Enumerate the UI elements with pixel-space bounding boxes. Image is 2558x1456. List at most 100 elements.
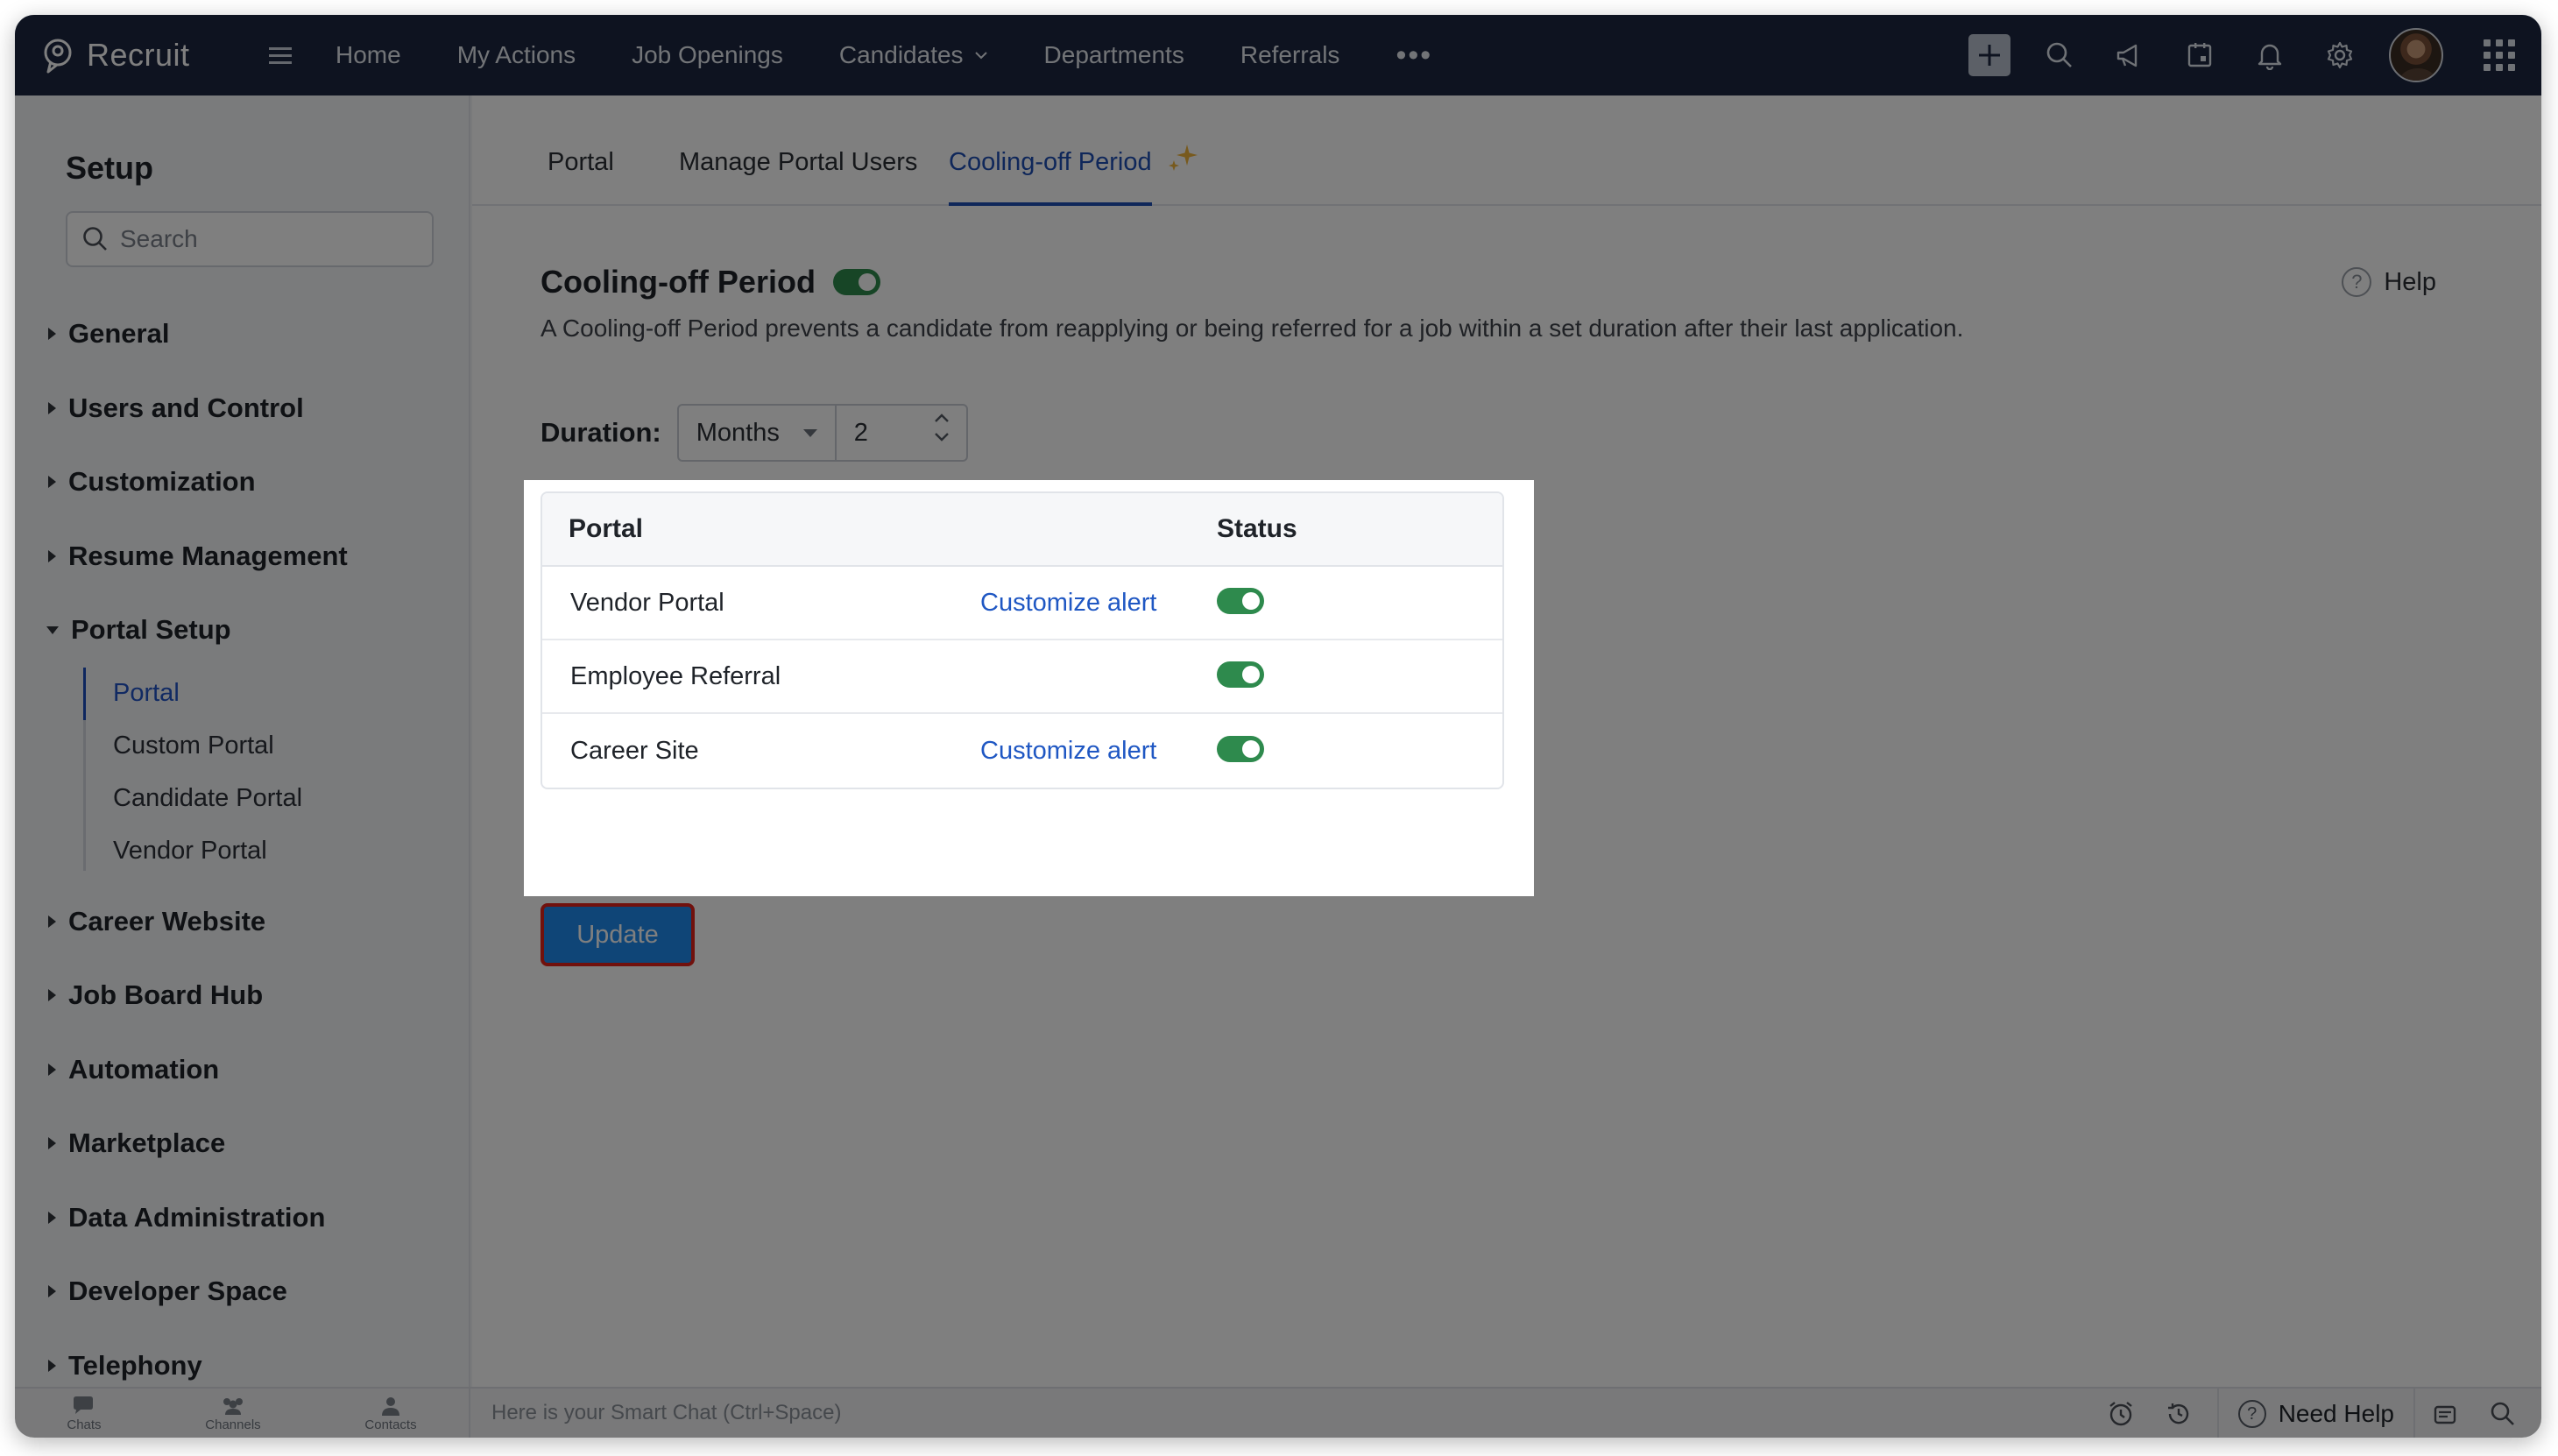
caret-right-icon (48, 401, 56, 414)
portal-tabs: Portal Manage Portal Users Cooling-off P… (472, 95, 2541, 206)
portal-name: Employee Referral (570, 661, 781, 690)
nav-candidates-label: Candidates (838, 41, 964, 68)
bell-icon[interactable] (2249, 34, 2291, 76)
sidebar-item-label: Marketplace (68, 1127, 226, 1159)
nav-referrals[interactable]: Referrals (1240, 41, 1340, 69)
section-title: Cooling-off Period (541, 264, 816, 300)
sidebar-item-customization[interactable]: Customization (15, 445, 469, 519)
channels-tool[interactable]: Channels (205, 1396, 261, 1432)
person-icon (382, 1397, 399, 1416)
duration-value-stepper[interactable]: 2 (837, 406, 966, 460)
contacts-tool[interactable]: Contacts (364, 1396, 417, 1432)
sparkle-icon (1169, 145, 1198, 171)
sidebar-item-users-and-control[interactable]: Users and Control (15, 371, 469, 446)
customize-alert-link[interactable]: Customize alert (980, 737, 1217, 766)
chat-bubble-icon (73, 1396, 93, 1414)
sidebar-item-general[interactable]: General (15, 297, 469, 371)
career-site-status-toggle[interactable] (1217, 735, 1264, 762)
vendor-portal-status-toggle[interactable] (1217, 587, 1264, 614)
table-row: Employee Referral (542, 640, 1502, 714)
table-row: Career Site Customize alert (542, 714, 1502, 788)
sidebar-item-label: Automation (68, 1053, 220, 1085)
chevron-up-icon[interactable] (933, 413, 950, 423)
sidebar-item-resume-management[interactable]: Resume Management (15, 519, 469, 594)
portal-name: Career Site (570, 736, 699, 765)
update-button[interactable]: Update (541, 903, 695, 966)
app-window: Recruit Home My Actions Job Openings Can… (15, 15, 2541, 1438)
megaphone-icon[interactable] (2109, 34, 2151, 76)
cooling-off-toggle[interactable] (832, 269, 880, 295)
nav-home[interactable]: Home (336, 41, 401, 69)
nav-departments[interactable]: Departments (1044, 41, 1184, 69)
sidebar-menu: General Users and Control Customization … (15, 297, 469, 1403)
brand-logo[interactable]: Recruit (38, 35, 248, 75)
tab-manage-portal-users[interactable]: Manage Portal Users (679, 148, 917, 206)
plus-icon[interactable] (1968, 34, 2010, 76)
sidebar-item-career-website[interactable]: Career Website (15, 885, 469, 959)
column-header-status: Status (1217, 514, 1297, 543)
sidebar-item-developer-space[interactable]: Developer Space (15, 1255, 469, 1329)
avatar[interactable] (2389, 28, 2443, 82)
hamburger-menu-icon[interactable] (260, 35, 300, 75)
announcement-icon[interactable] (2426, 1395, 2464, 1433)
duration-unit-select[interactable]: Months (679, 406, 837, 460)
nav-my-actions[interactable]: My Actions (457, 41, 576, 69)
caret-right-icon (48, 1359, 56, 1372)
search-icon[interactable] (2484, 1395, 2522, 1433)
sidebar-item-marketplace[interactable]: Marketplace (15, 1106, 469, 1181)
table-row: Vendor Portal Customize alert (542, 567, 1502, 640)
sidebar-item-label: General (68, 318, 170, 350)
sidebar-search-input[interactable] (120, 222, 409, 257)
sidebar-item-automation[interactable]: Automation (15, 1033, 469, 1107)
more-menu-icon[interactable]: ••• (1396, 39, 1432, 73)
need-help-label: Need Help (2278, 1400, 2394, 1427)
help-link[interactable]: ? Help (2342, 267, 2436, 297)
sidebar-item-label: Developer Space (68, 1276, 287, 1307)
sidebar-subitem-candidate-portal[interactable]: Candidate Portal (83, 773, 469, 825)
customize-alert-link[interactable]: Customize alert (980, 589, 1217, 618)
gear-icon[interactable] (2319, 34, 2361, 76)
calendar-icon[interactable] (2179, 34, 2221, 76)
sidebar-subitem-portal[interactable]: Portal (83, 667, 469, 720)
sidebar-item-label: Data Administration (68, 1201, 326, 1233)
need-help-button[interactable]: ? Need Help (2216, 1389, 2415, 1438)
stepper-arrows[interactable] (933, 413, 950, 442)
alarm-clock-icon[interactable] (2102, 1395, 2140, 1433)
nav-candidates[interactable]: Candidates (839, 41, 988, 69)
chevron-down-icon[interactable] (933, 432, 950, 442)
main-nav: Home My Actions Job Openings Candidates … (336, 39, 1432, 73)
tab-portal[interactable]: Portal (548, 148, 614, 206)
sidebar-item-portal-setup[interactable]: Portal Setup (15, 593, 469, 668)
sidebar-title: Setup (66, 150, 154, 186)
chats-tool[interactable]: Chats (67, 1396, 102, 1432)
sidebar-item-job-board-hub[interactable]: Job Board Hub (15, 958, 469, 1033)
sidebar-item-data-administration[interactable]: Data Administration (15, 1181, 469, 1255)
tab-cooling-off-period[interactable]: Cooling-off Period (949, 148, 1152, 206)
sidebar-search[interactable] (66, 211, 434, 267)
sidebar-subitem-vendor-portal[interactable]: Vendor Portal (83, 825, 469, 878)
employee-referral-status-toggle[interactable] (1217, 661, 1264, 688)
history-icon[interactable] (2159, 1395, 2198, 1433)
caret-right-icon (48, 1211, 56, 1224)
search-icon[interactable] (2039, 34, 2081, 76)
duration-row: Duration: Months 2 (541, 404, 968, 462)
sidebar-item-label: Portal Setup (71, 614, 231, 646)
smart-chat-input[interactable]: Here is your Smart Chat (Ctrl+Space) (491, 1401, 841, 1425)
caret-right-icon (48, 915, 56, 928)
bottom-bar: Chats Channels Contacts Here is your Sma… (15, 1387, 2541, 1438)
portal-status-table: Portal Status Vendor Portal Customize al… (541, 491, 1504, 789)
nav-job-openings[interactable]: Job Openings (632, 41, 783, 69)
recruit-logo-icon (44, 39, 72, 74)
caret-right-icon (48, 476, 56, 489)
channels-label: Channels (205, 1417, 261, 1432)
apps-grid-icon[interactable] (2478, 34, 2520, 76)
sidebar-subitem-custom-portal[interactable]: Custom Portal (83, 720, 469, 773)
portal-name: Vendor Portal (570, 588, 724, 617)
chats-label: Chats (67, 1417, 102, 1432)
portal-setup-submenu: Portal Custom Portal Candidate Portal Ve… (83, 667, 469, 885)
duration-label: Duration: (541, 417, 661, 448)
caret-right-icon (48, 549, 56, 562)
sidebar-item-label: Customization (68, 466, 256, 498)
brand-name: Recruit (87, 37, 190, 73)
help-icon: ? (2237, 1400, 2266, 1428)
